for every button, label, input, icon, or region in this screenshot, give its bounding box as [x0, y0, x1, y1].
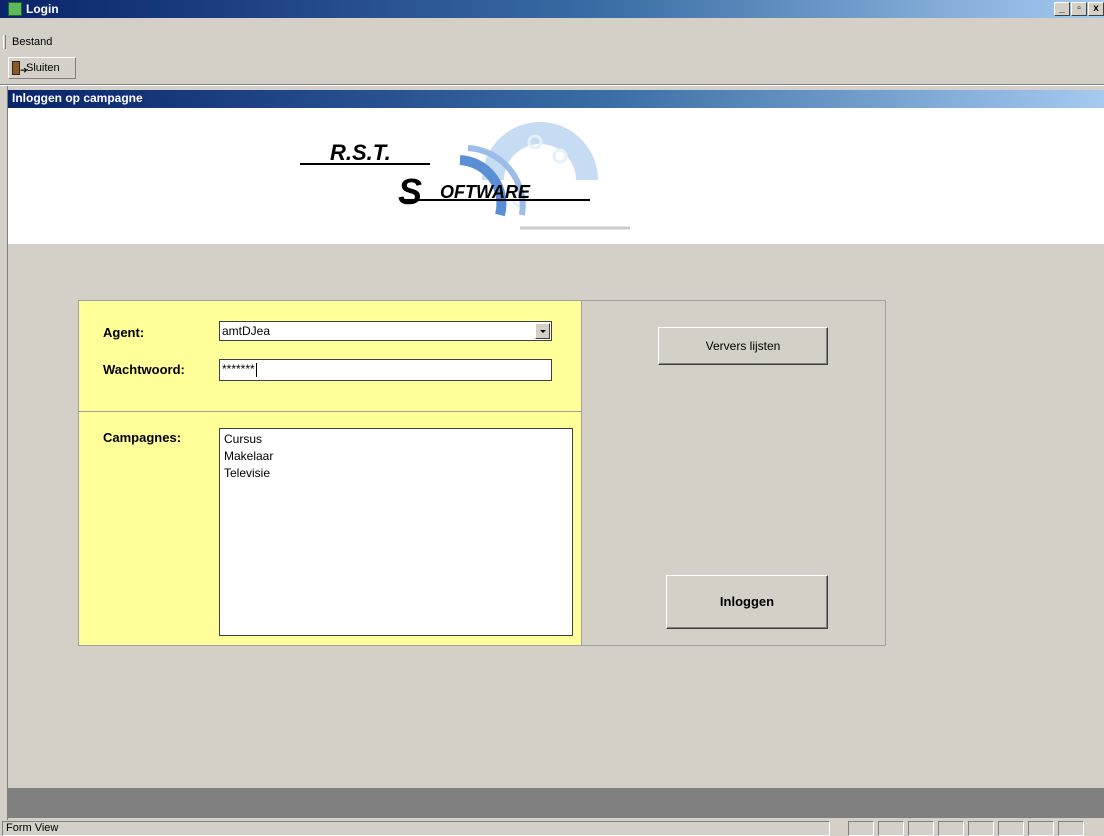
logo-text-rst: R.S.T.	[330, 140, 391, 165]
password-field[interactable]: *******	[219, 359, 552, 381]
status-main-panel	[2, 821, 830, 836]
status-panel	[848, 821, 874, 836]
status-panel	[908, 821, 934, 836]
status-bar: Form View	[0, 820, 1104, 836]
text-caret	[255, 362, 257, 377]
exit-door-icon: ➜	[12, 61, 28, 75]
window-controls: _ ▫ x	[1054, 2, 1104, 16]
close-form-label: Sluiten	[26, 62, 60, 74]
dropdown-arrow-icon[interactable]	[535, 323, 550, 339]
status-panel	[938, 821, 964, 836]
campaigns-label: Campagnes:	[103, 430, 182, 445]
menu-bestand[interactable]: Bestand	[12, 35, 52, 49]
agent-value: amtDJea	[222, 324, 271, 338]
status-panel	[1058, 821, 1084, 836]
close-form-button[interactable]: ➜ Sluiten	[8, 57, 76, 79]
mdi-left-edge	[0, 86, 8, 820]
login-panel: Agent: amtDJea Wachtwoord: ******* Campa…	[78, 300, 582, 646]
mdi-bottom-band	[8, 788, 1104, 818]
status-panel	[968, 821, 994, 836]
window-title: Login	[26, 2, 59, 16]
menu-grip	[3, 35, 6, 49]
logo-text-oftware: OFTWARE	[440, 182, 531, 202]
status-panel	[1028, 821, 1054, 836]
app-icon	[8, 2, 22, 16]
toolbar: ➜ Sluiten	[0, 54, 1104, 82]
campaigns-listbox[interactable]: Cursus Makelaar Televisie	[219, 428, 573, 636]
menu-bar: Bestand	[0, 32, 1104, 52]
password-value: *******	[222, 362, 255, 376]
panel-divider	[79, 411, 581, 412]
agent-combobox[interactable]: amtDJea	[219, 321, 552, 341]
refresh-lists-button[interactable]: Ververs lijsten	[658, 327, 828, 365]
form-header: Inloggen op campagne	[8, 90, 1104, 108]
agent-label: Agent:	[103, 325, 145, 340]
campaign-item-makelaar[interactable]: Makelaar	[224, 448, 568, 465]
rst-software-logo: R.S.T. S OFTWARE	[300, 122, 630, 238]
status-text: Form View	[6, 822, 59, 834]
password-label: Wachtwoord:	[103, 362, 185, 377]
toolbar-separator	[0, 84, 1104, 86]
campaign-item-cursus[interactable]: Cursus	[224, 431, 568, 448]
window-title-bar[interactable]: Login _ ▫ x	[0, 0, 1104, 18]
restore-button[interactable]: ▫	[1071, 2, 1087, 16]
close-button[interactable]: x	[1088, 2, 1104, 16]
campaign-item-televisie[interactable]: Televisie	[224, 465, 568, 482]
logo-banner: R.S.T. S OFTWARE	[8, 108, 1104, 244]
login-button[interactable]: Inloggen	[666, 575, 828, 629]
status-panel	[878, 821, 904, 836]
minimize-button[interactable]: _	[1054, 2, 1070, 16]
status-panel	[998, 821, 1024, 836]
actions-panel: Ververs lijsten Inloggen	[582, 300, 886, 646]
logo-text-s: S	[398, 171, 422, 212]
